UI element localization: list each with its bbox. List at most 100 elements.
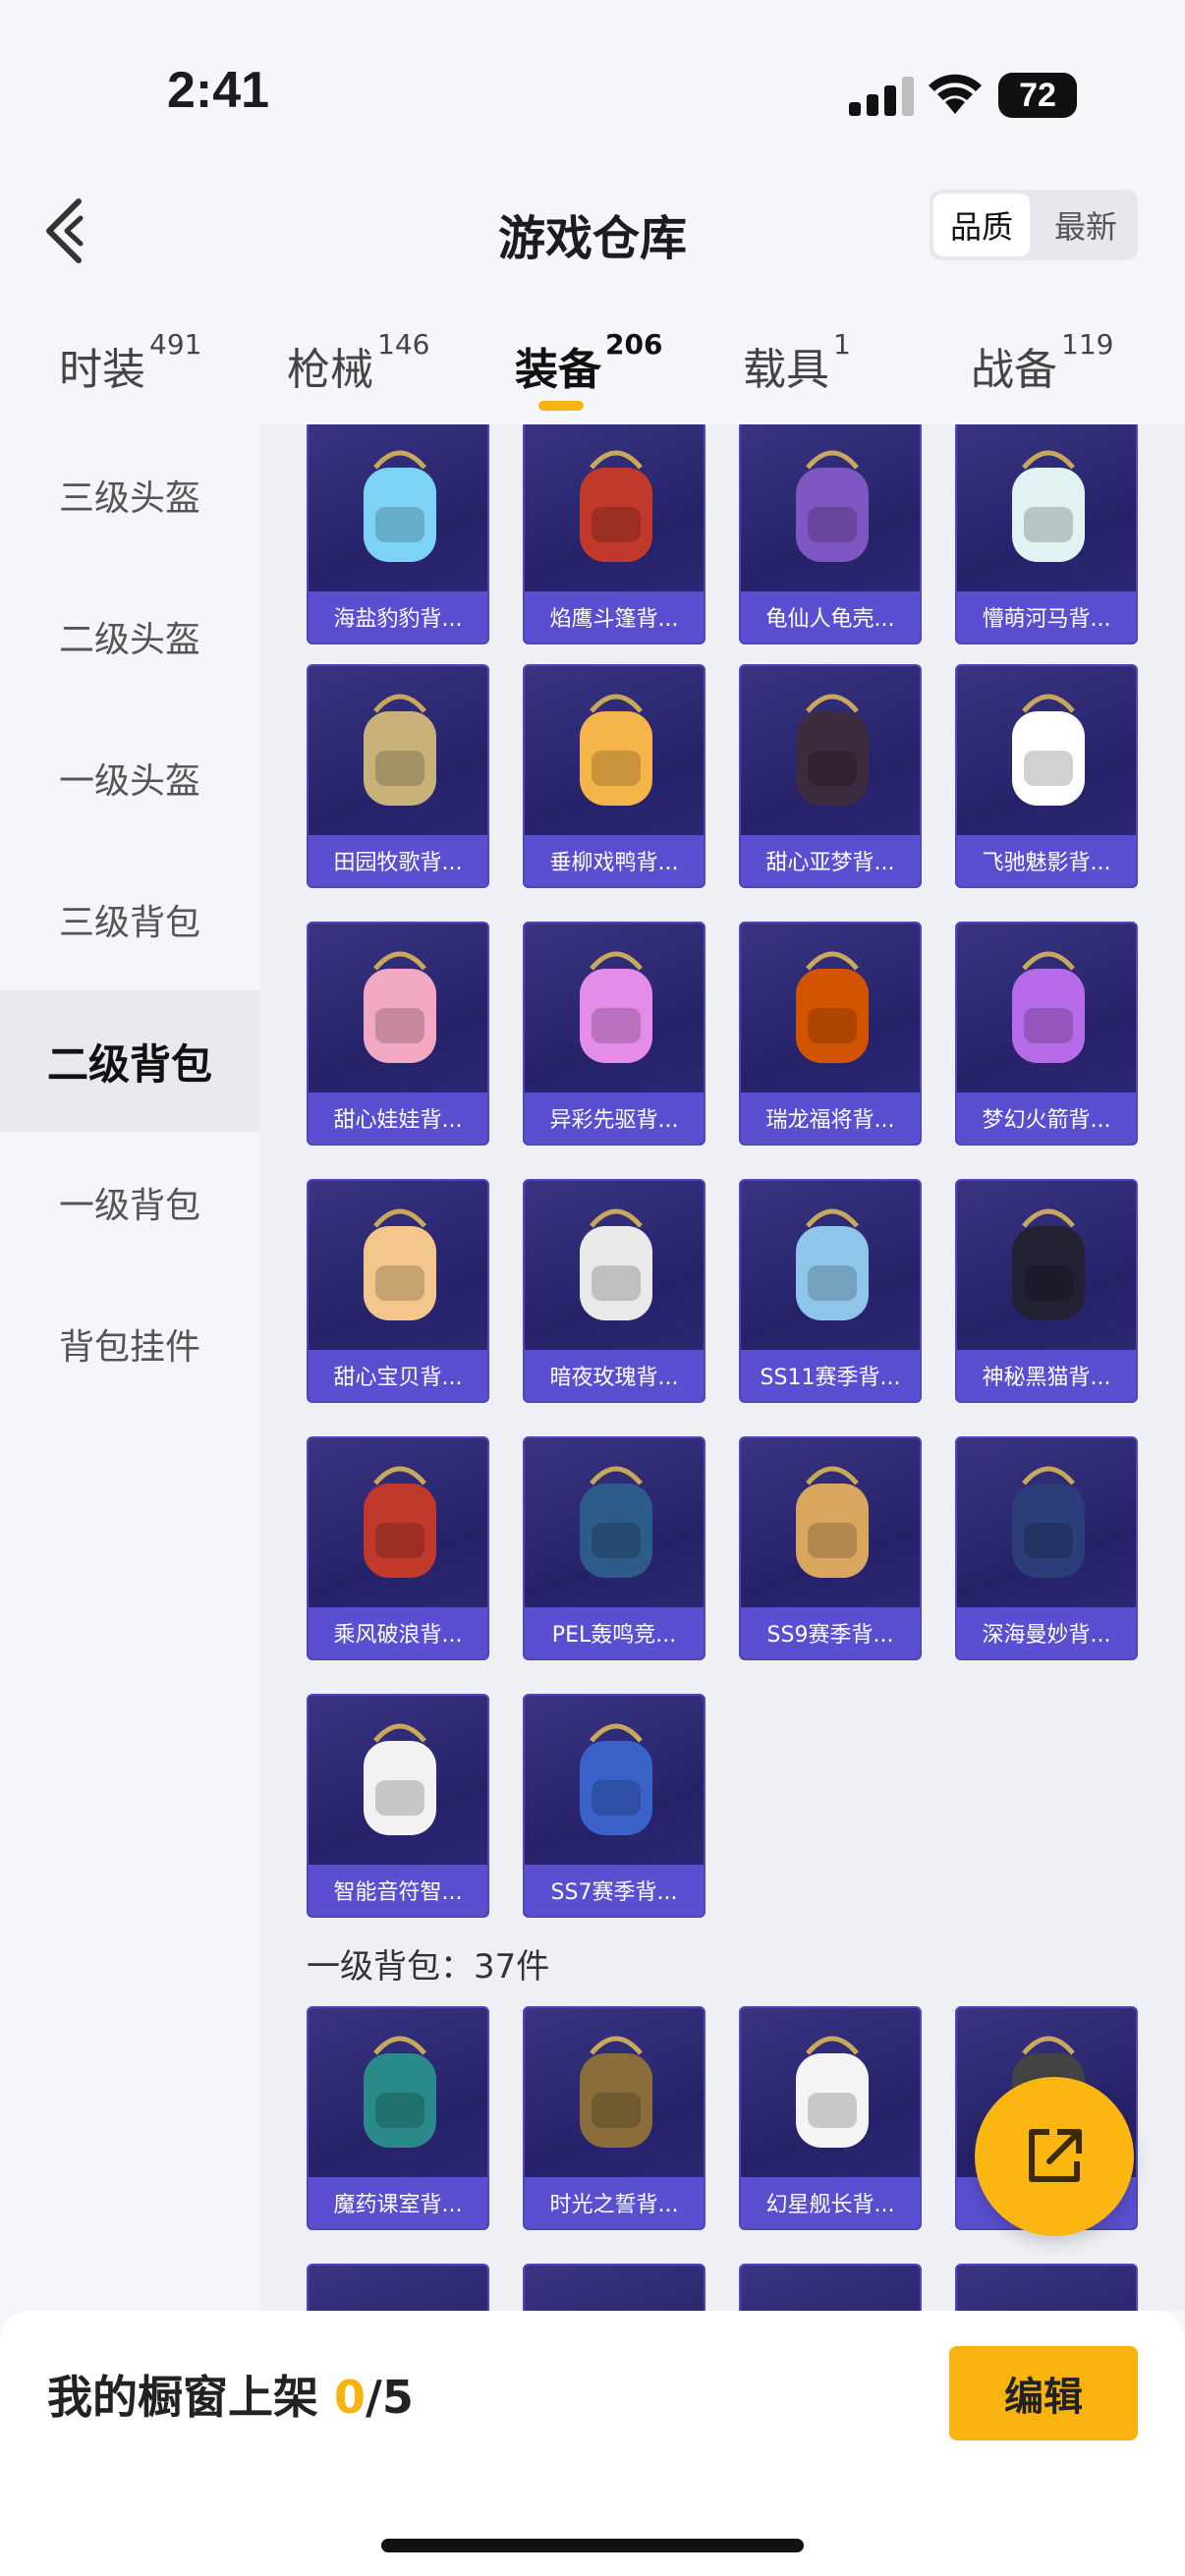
sort-by-quality-button[interactable]: 品质 bbox=[933, 194, 1030, 256]
item-name: 乘风破浪背... bbox=[309, 1607, 487, 1658]
item-name: 龟仙人龟壳... bbox=[741, 591, 920, 643]
backpack-icon bbox=[796, 694, 869, 806]
tab-count: 491 bbox=[149, 328, 202, 361]
item-card[interactable]: 暗夜玫瑰背... bbox=[523, 1179, 705, 1403]
item-card[interactable]: 神秘黑猫背... bbox=[955, 1179, 1138, 1403]
tab-equipment[interactable]: 装备206 bbox=[515, 328, 662, 397]
sort-by-newest-button[interactable]: 最新 bbox=[1038, 194, 1134, 256]
item-card[interactable] bbox=[523, 2264, 705, 2311]
backpack-icon bbox=[580, 694, 652, 806]
tab-vehicles[interactable]: 载具1 bbox=[743, 328, 851, 397]
backpack-icon bbox=[1012, 951, 1085, 1063]
sidebar-item-level2-backpack[interactable]: 二级背包 bbox=[0, 990, 259, 1132]
item-name: 梦幻火箭背... bbox=[957, 1092, 1136, 1144]
tab-count: 119 bbox=[1061, 328, 1114, 361]
item-card[interactable]: 甜心亚梦背... bbox=[739, 664, 922, 888]
backpack-icon bbox=[580, 951, 652, 1063]
item-name: 幻星舰长背... bbox=[741, 2177, 920, 2228]
sidebar-item-backpack-charms[interactable]: 背包挂件 bbox=[0, 1273, 259, 1415]
tab-weapons[interactable]: 枪械146 bbox=[287, 328, 429, 397]
item-card[interactable]: 智能音符智... bbox=[307, 1694, 489, 1918]
item-card[interactable] bbox=[307, 2264, 489, 2311]
item-card[interactable]: 异彩先驱背... bbox=[523, 922, 705, 1146]
backpack-icon bbox=[1012, 450, 1085, 562]
share-button[interactable] bbox=[975, 2077, 1134, 2236]
cellular-signal-icon bbox=[849, 77, 914, 116]
item-name: 瑞龙福将背... bbox=[741, 1092, 920, 1144]
section-title-level1-backpack: 一级背包：37件 bbox=[307, 1947, 550, 1987]
item-card[interactable]: SS9赛季背... bbox=[739, 1436, 922, 1660]
backpack-icon bbox=[796, 450, 869, 562]
item-card[interactable] bbox=[739, 2264, 922, 2311]
item-name: 魔药课室背... bbox=[309, 2177, 487, 2228]
item-card[interactable]: SS11赛季背... bbox=[739, 1179, 922, 1403]
item-card[interactable]: 梦幻火箭背... bbox=[955, 922, 1138, 1146]
item-card[interactable]: 幻星舰长背... bbox=[739, 2006, 922, 2230]
item-name: 甜心宝贝背... bbox=[309, 1350, 487, 1401]
item-card[interactable]: SS7赛季背... bbox=[523, 1694, 705, 1918]
item-name: 智能音符智... bbox=[309, 1865, 487, 1916]
tab-count: 1 bbox=[833, 328, 851, 361]
backpack-icon bbox=[364, 450, 436, 562]
backpack-icon bbox=[1012, 1466, 1085, 1578]
item-name: 神秘黑猫背... bbox=[957, 1350, 1136, 1401]
item-grid: 海盐豹豹背... 焰鹰斗篷背... 龟仙人龟壳... 懵萌河马背... 田园牧歌背...… bbox=[259, 424, 1185, 2311]
item-card[interactable]: 甜心宝贝背... bbox=[307, 1179, 489, 1403]
item-card[interactable]: 焰鹰斗篷背... bbox=[523, 424, 705, 644]
item-card[interactable]: 飞驰魅影背... bbox=[955, 664, 1138, 888]
tab-supplies[interactable]: 战备119 bbox=[971, 328, 1113, 397]
item-name: 飞驰魅影背... bbox=[957, 835, 1136, 886]
backpack-icon bbox=[364, 694, 436, 806]
backpack-icon bbox=[364, 951, 436, 1063]
backpack-icon bbox=[796, 1466, 869, 1578]
item-card[interactable]: 甜心娃娃背... bbox=[307, 922, 489, 1146]
item-name: SS11赛季背... bbox=[741, 1350, 920, 1401]
item-name: 田园牧歌背... bbox=[309, 835, 487, 886]
item-name: 垂柳戏鸭背... bbox=[525, 835, 704, 886]
tab-count: 146 bbox=[377, 328, 430, 361]
item-card[interactable]: 龟仙人龟壳... bbox=[739, 424, 922, 644]
battery-indicator: 72 bbox=[998, 73, 1077, 118]
sidebar-item-level1-backpack[interactable]: 一级背包 bbox=[0, 1132, 259, 1273]
backpack-icon bbox=[364, 2036, 436, 2148]
item-name: SS9赛季背... bbox=[741, 1607, 920, 1658]
item-name: 甜心亚梦背... bbox=[741, 835, 920, 886]
sidebar-item-level3-backpack[interactable]: 三级背包 bbox=[0, 849, 259, 990]
sidebar-item-level2-helmet[interactable]: 二级头盔 bbox=[0, 566, 259, 707]
backpack-icon bbox=[1012, 1208, 1085, 1320]
item-card[interactable]: PEL轰鸣竞... bbox=[523, 1436, 705, 1660]
item-name: 时光之誓背... bbox=[525, 2177, 704, 2228]
item-card[interactable] bbox=[955, 2264, 1138, 2311]
item-card[interactable]: 时光之誓背... bbox=[523, 2006, 705, 2230]
sort-toggle: 品质 最新 bbox=[930, 190, 1138, 260]
backpack-icon bbox=[580, 450, 652, 562]
item-name: 甜心娃娃背... bbox=[309, 1092, 487, 1144]
status-time: 2:41 bbox=[167, 62, 270, 119]
backpack-icon bbox=[1012, 694, 1085, 806]
item-card[interactable]: 海盐豹豹背... bbox=[307, 424, 489, 644]
item-card[interactable]: 田园牧歌背... bbox=[307, 664, 489, 888]
status-bar: 2:41 72 bbox=[0, 0, 1185, 187]
item-name: 海盐豹豹背... bbox=[309, 591, 487, 643]
backpack-icon bbox=[364, 1723, 436, 1835]
sidebar-item-level3-helmet[interactable]: 三级头盔 bbox=[0, 424, 259, 566]
active-tab-indicator bbox=[538, 401, 584, 411]
item-name: 深海曼妙背... bbox=[957, 1607, 1136, 1658]
edit-button[interactable]: 编辑 bbox=[949, 2346, 1138, 2440]
item-name: 懵萌河马背... bbox=[957, 591, 1136, 643]
tab-fashion[interactable]: 时装491 bbox=[59, 328, 201, 397]
item-card[interactable]: 乘风破浪背... bbox=[307, 1436, 489, 1660]
backpack-icon bbox=[796, 951, 869, 1063]
item-name: 异彩先驱背... bbox=[525, 1092, 704, 1144]
home-indicator bbox=[381, 2539, 804, 2552]
item-card[interactable]: 魔药课室背... bbox=[307, 2006, 489, 2230]
tab-count: 206 bbox=[605, 328, 663, 361]
item-name: SS7赛季背... bbox=[525, 1865, 704, 1916]
item-card[interactable]: 瑞龙福将背... bbox=[739, 922, 922, 1146]
item-card[interactable]: 深海曼妙背... bbox=[955, 1436, 1138, 1660]
backpack-icon bbox=[364, 1466, 436, 1578]
item-card[interactable]: 懵萌河马背... bbox=[955, 424, 1138, 644]
item-card[interactable]: 垂柳戏鸭背... bbox=[523, 664, 705, 888]
sidebar-item-level1-helmet[interactable]: 一级头盔 bbox=[0, 707, 259, 849]
backpack-icon bbox=[580, 2036, 652, 2148]
